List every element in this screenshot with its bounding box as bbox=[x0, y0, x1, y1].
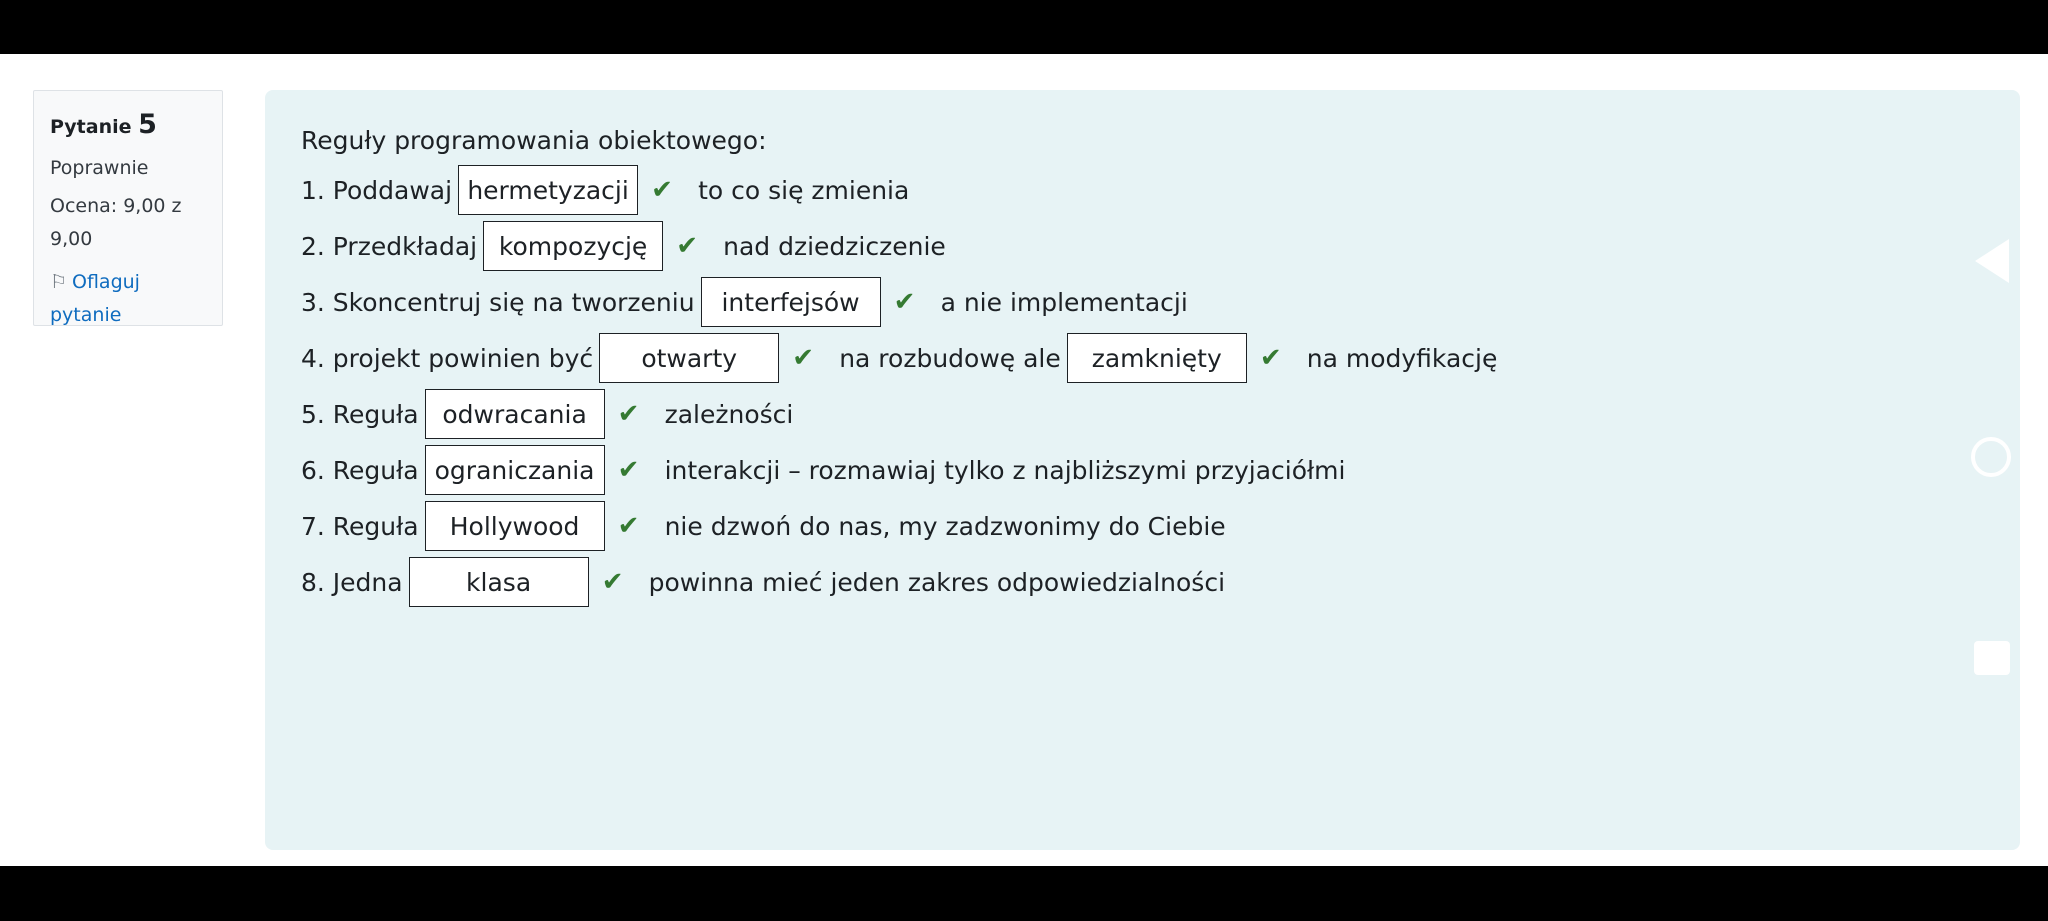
rule-text-before: 5. Reguła bbox=[301, 399, 419, 429]
page: Pytanie 5 Poprawnie Ocena: 9,00 z 9,00 ⚐… bbox=[0, 54, 2048, 866]
question-content: Reguły programowania obiektowego: 1. Pod… bbox=[265, 90, 2020, 850]
correct-check-icon: ✔ bbox=[617, 399, 640, 429]
rule-text-before: 8. Jedna bbox=[301, 567, 403, 597]
correct-check-icon: ✔ bbox=[792, 343, 815, 373]
answer-box[interactable]: hermetyzacji bbox=[458, 165, 639, 215]
correct-check-icon: ✔ bbox=[676, 231, 699, 261]
correct-check-icon: ✔ bbox=[651, 175, 673, 205]
answer-box[interactable]: otwarty bbox=[599, 333, 780, 383]
rule-line-1: 1. Poddawaj hermetyzacji ✔ to co się zmi… bbox=[301, 164, 909, 216]
question-label: Pytanie bbox=[50, 116, 132, 138]
question-info-panel: Pytanie 5 Poprawnie Ocena: 9,00 z 9,00 ⚐… bbox=[33, 90, 223, 326]
nav-recents-icon[interactable] bbox=[1974, 641, 2010, 675]
rule-text-after: na modyfikację bbox=[1306, 343, 1498, 373]
correct-check-icon: ✔ bbox=[617, 455, 640, 485]
answer-box[interactable]: kompozycję bbox=[483, 221, 664, 271]
correct-check-icon: ✔ bbox=[1259, 343, 1282, 373]
question-number-value: 5 bbox=[138, 109, 157, 140]
answer-box[interactable]: odwracania bbox=[424, 389, 605, 439]
question-state: Poprawnie bbox=[50, 157, 149, 180]
answer-box-2[interactable]: zamknięty bbox=[1066, 333, 1247, 383]
correct-check-icon: ✔ bbox=[601, 567, 624, 597]
rule-text-after: nad dziedziczenie bbox=[723, 231, 946, 261]
flag-question-link[interactable]: ⚐ Oflaguj pytanie bbox=[50, 266, 206, 332]
question-grade: Ocena: 9,00 z 9,00 bbox=[50, 190, 206, 256]
answer-box[interactable]: interfejsów bbox=[700, 277, 881, 327]
flag-label-1: Oflaguj bbox=[72, 271, 140, 294]
rule-line-2: 2. Przedkładaj kompozycję ✔ nad dziedzic… bbox=[301, 220, 946, 272]
rule-text-before: 6. Reguła bbox=[301, 455, 419, 485]
flag-icon: ⚐ bbox=[50, 271, 68, 294]
rule-text-after: interakcji – rozmawiaj tylko z najbliższ… bbox=[664, 455, 1346, 485]
rule-text-after: a nie implementacji bbox=[940, 287, 1188, 317]
rule-text-after: zależności bbox=[664, 399, 794, 429]
rule-text-after: to co się zmienia bbox=[698, 175, 910, 205]
rule-text-before: 7. Reguła bbox=[301, 511, 419, 541]
answer-box[interactable]: ograniczania bbox=[424, 445, 605, 495]
rule-text-before: 1. Poddawaj bbox=[301, 175, 453, 205]
flag-label-2: pytanie bbox=[50, 304, 122, 327]
nav-home-icon[interactable] bbox=[1971, 437, 2011, 477]
correct-check-icon: ✔ bbox=[893, 287, 916, 317]
grade-line-1: Ocena: 9,00 z bbox=[50, 195, 182, 218]
question-number: Pytanie 5 bbox=[50, 109, 206, 141]
grade-line-2: 9,00 bbox=[50, 228, 93, 251]
rule-line-7: 7. Reguła Hollywood ✔ nie dzwoń do nas, … bbox=[301, 500, 1226, 552]
rule-line-3: 3. Skoncentruj się na tworzeniu interfej… bbox=[301, 276, 1188, 328]
rule-line-6: 6. Reguła ograniczania ✔ interakcji – ro… bbox=[301, 444, 1345, 496]
rule-line-5: 5. Reguła odwracania ✔ zależności bbox=[301, 388, 793, 440]
correct-check-icon: ✔ bbox=[617, 511, 640, 541]
rule-text-after: nie dzwoń do nas, my zadzwonimy do Ciebi… bbox=[664, 511, 1226, 541]
rule-text-before: 3. Skoncentruj się na tworzeniu bbox=[301, 287, 695, 317]
answer-box[interactable]: Hollywood bbox=[424, 501, 605, 551]
question-prompt: Reguły programowania obiektowego: bbox=[301, 126, 767, 155]
rule-text-middle: na rozbudowę ale bbox=[839, 343, 1061, 373]
nav-back-icon[interactable] bbox=[1975, 239, 2009, 283]
rule-text-after: powinna mieć jeden zakres odpowiedzialno… bbox=[648, 567, 1226, 597]
answer-box[interactable]: klasa bbox=[408, 557, 589, 607]
rule-line-4: 4. projekt powinien być otwarty ✔ na roz… bbox=[301, 332, 1497, 384]
rule-text-before: 2. Przedkładaj bbox=[301, 231, 478, 261]
rule-line-8: 8. Jedna klasa ✔ powinna mieć jeden zakr… bbox=[301, 556, 1225, 608]
rule-text-before: 4. projekt powinien być bbox=[301, 343, 594, 373]
